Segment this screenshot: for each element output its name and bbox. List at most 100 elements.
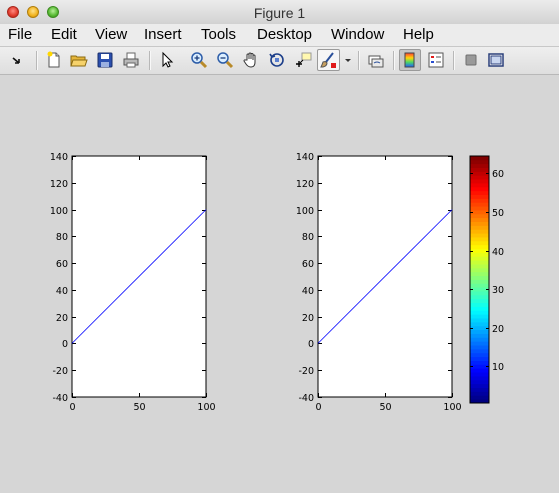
open-file-icon[interactable] [70,51,88,69]
colorbar-cell [470,302,489,307]
colorbar-cell [470,190,489,195]
colorbar-cell [470,240,489,246]
colorbar-cell [470,279,489,284]
hide-plot-tools-icon[interactable] [462,51,480,69]
colorbar-cell [470,167,489,172]
y-tick-label: 120 [296,179,314,190]
y-tick-label: 140 [296,152,314,163]
y-tick-label: 40 [56,286,68,297]
print-icon[interactable] [122,51,140,69]
colorbar-cell [470,337,489,342]
colorbar-cell [470,267,489,273]
y-tick-label: 20 [302,313,314,324]
colorbar-cell [470,225,489,230]
y-tick-label: 120 [50,179,68,190]
menu-insert[interactable]: Insert [144,24,182,46]
colorbar-cell [470,372,489,377]
menu-edit[interactable]: Edit [51,24,77,46]
menu-view[interactable]: View [95,24,127,46]
pointer-icon[interactable] [158,51,176,69]
axes-right[interactable]: -40 -20 0 20 40 60 80 100 120 140 0 50 100 [296,152,462,413]
save-icon[interactable] [96,51,114,69]
show-plot-tools-icon[interactable] [487,51,505,69]
toolbar-separator [149,51,151,70]
colorbar-cell [470,244,489,250]
menu-desktop[interactable]: Desktop [257,24,312,46]
colorbar-cell [470,375,489,381]
colorbar-cell [470,221,489,226]
colorbar-tick-label: 30 [492,285,504,296]
colorbar-cell [470,379,489,385]
menu-help[interactable]: Help [403,24,434,46]
colorbar-cell [470,206,489,211]
y-tick-label: -40 [298,393,314,404]
axes-left[interactable]: -40 -20 0 20 40 60 80 100 120 140 0 50 100 [50,152,216,413]
colorbar-cell [470,348,489,354]
colorbar-cell [470,271,489,277]
y-tick-label: 60 [302,259,314,270]
zoom-out-icon[interactable] [216,51,234,69]
colorbar-cell [470,194,489,199]
colorbar-cell [470,356,489,361]
toolbar-separator [393,51,395,70]
data-cursor-icon[interactable] [294,51,312,69]
menu-file[interactable]: File [8,24,32,46]
y-tick-label: 80 [302,232,314,243]
colorbar-cell [470,275,489,280]
colorbar-cell [470,391,489,396]
y-tick-label: 40 [302,286,314,297]
colorbar-cell [470,183,489,188]
y-tick-label: 140 [50,152,68,163]
rotate-3d-icon[interactable] [268,51,286,69]
colorbar-button[interactable] [399,49,421,71]
x-tick-label: 0 [69,402,75,413]
colorbar-cell [470,237,489,242]
x-tick-label: 100 [443,402,461,413]
colorbar-cell [470,179,489,184]
zoom-in-icon[interactable] [190,51,208,69]
arrow-icon[interactable] [8,51,26,69]
colorbar-cell [470,352,489,358]
y-tick-label: 100 [296,206,314,217]
x-tick-label: 100 [197,402,215,413]
pan-hand-icon[interactable] [242,51,260,69]
figure-window: Figure 1 File Edit View Insert Tools Des… [0,0,559,493]
colorbar-cell [470,387,489,392]
menu-window[interactable]: Window [331,24,384,46]
colorbar-cell [470,233,489,238]
x-tick-label: 50 [379,402,391,413]
colorbar-cell [470,368,489,373]
colorbar-cell [470,360,489,365]
colorbar-cell [470,329,489,334]
x-tick-label: 0 [315,402,321,413]
y-tick-label: -20 [298,366,314,377]
dropdown-arrow-icon[interactable] [343,51,353,69]
colorbar-cell [470,264,489,269]
colorbar-cell [470,175,489,180]
colorbar-cell [470,341,489,346]
colorbar-cell [470,252,489,257]
legend-icon[interactable] [427,51,445,69]
y-tick-label: 60 [56,259,68,270]
colorbar-cell [470,159,489,165]
colorbar-cell [470,202,489,207]
y-tick-label: 0 [62,339,68,350]
colorbar[interactable]: 10 20 30 40 50 60 [469,155,504,404]
brush-button[interactable] [317,49,340,71]
new-figure-icon[interactable] [45,51,63,69]
colorbar-tick-label: 50 [492,208,504,219]
colorbar-cell [470,198,489,203]
colorbar-cell [470,248,489,253]
colorbar-cell [470,318,489,323]
colorbar-cell [470,186,489,192]
colorbar-cell [470,213,489,219]
colorbar-cell [470,298,489,304]
colorbar-cell [470,325,489,331]
colorbar-tick-label: 20 [492,324,504,335]
x-tick-label: 50 [133,402,145,413]
colorbar-icon [401,51,419,69]
colorbar-cell [470,291,489,296]
link-plot-icon[interactable] [367,51,385,69]
y-tick-label: -20 [52,366,68,377]
menu-tools[interactable]: Tools [201,24,236,46]
